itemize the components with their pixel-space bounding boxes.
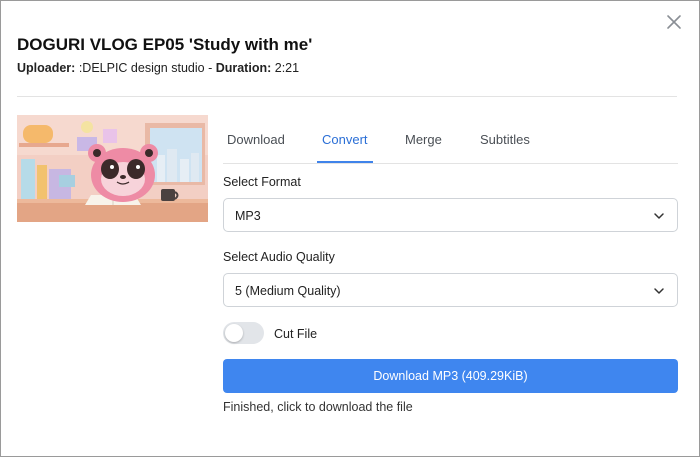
format-label: Select Format (223, 175, 301, 189)
status-text: Finished, click to download the file (223, 400, 413, 414)
duration-value: 2:21 (274, 61, 300, 75)
tab-subtitles[interactable]: Subtitles (480, 132, 530, 147)
close-icon[interactable] (664, 12, 684, 32)
video-meta: Uploader: :DELPIC design studio - Durati… (17, 61, 299, 75)
cut-file-label: Cut File (274, 327, 318, 341)
active-tab-indicator (317, 161, 373, 163)
download-mp3-button[interactable]: Download MP3 (409.29KiB) (223, 359, 678, 393)
quality-select[interactable]: 5 (Medium Quality) (223, 273, 678, 307)
convert-dialog: DOGURI VLOG EP05 'Study with me' Uploade… (0, 0, 700, 457)
uploader-label: Uploader: (17, 61, 76, 75)
tab-convert[interactable]: Convert (322, 132, 368, 147)
chevron-down-icon (654, 288, 664, 294)
cut-file-toggle[interactable] (223, 322, 264, 344)
toggle-knob (225, 324, 243, 342)
format-value: MP3 (235, 209, 261, 223)
tab-merge[interactable]: Merge (405, 132, 442, 147)
video-thumbnail (17, 115, 208, 222)
tab-bar: Download Convert Merge Subtitles (223, 115, 678, 164)
tab-download[interactable]: Download (227, 132, 285, 147)
chevron-down-icon (654, 213, 664, 219)
quality-value: 5 (Medium Quality) (235, 284, 341, 298)
quality-label: Select Audio Quality (223, 250, 335, 264)
video-title: DOGURI VLOG EP05 'Study with me' (17, 35, 313, 54)
duration-label: Duration: (215, 61, 272, 75)
meta-separator: - (204, 61, 216, 75)
uploader-name: :DELPIC design studio (78, 61, 205, 75)
header-divider (17, 96, 677, 97)
format-select[interactable]: MP3 (223, 198, 678, 232)
